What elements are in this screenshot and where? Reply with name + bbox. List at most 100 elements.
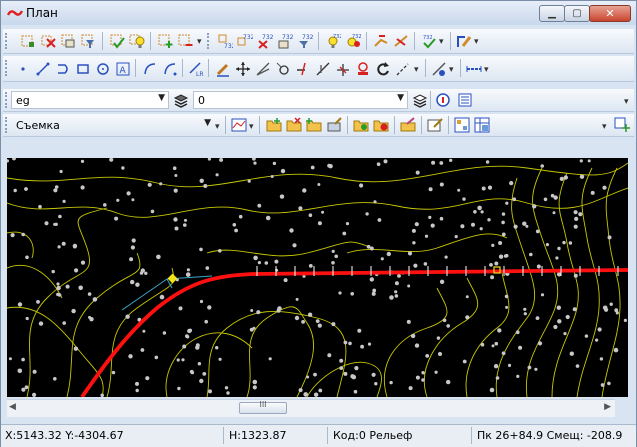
link-icon[interactable] — [275, 61, 291, 77]
layer-properties-icon[interactable] — [60, 33, 76, 49]
maximize-button[interactable]: ▢ — [564, 5, 590, 22]
trim-icon[interactable] — [295, 61, 311, 77]
toolbar-grip[interactable] — [5, 33, 10, 49]
folder-remove-icon[interactable] — [286, 117, 302, 133]
axis-732-icon[interactable]: 732 — [217, 33, 233, 49]
remove-layer-icon[interactable] — [177, 33, 193, 49]
rotate-icon[interactable] — [375, 61, 391, 77]
folder-paint-icon[interactable] — [400, 117, 416, 133]
segment-icon[interactable] — [35, 61, 51, 77]
bulb-icon[interactable] — [129, 33, 145, 49]
form-edit-icon[interactable] — [427, 117, 443, 133]
survey-point — [226, 391, 230, 395]
pattern-icon[interactable] — [431, 61, 447, 77]
survey-point — [61, 241, 66, 246]
draw-edit-icon[interactable] — [456, 33, 472, 49]
move-icon[interactable] — [235, 61, 251, 77]
pen-icon[interactable] — [215, 61, 231, 77]
line-type-combo[interactable]: 0 ▼ — [193, 91, 408, 109]
survey-point — [184, 218, 187, 222]
survey-point — [540, 293, 545, 297]
layer-combo[interactable]: eg ▼ — [11, 91, 169, 109]
text-icon[interactable]: A — [115, 61, 131, 77]
circle-icon[interactable] — [95, 61, 111, 77]
point-icon[interactable] — [15, 61, 31, 77]
axis-732-edit-icon[interactable]: 732 — [277, 33, 293, 49]
folder-delete-icon[interactable] — [373, 117, 389, 133]
dimension-icon[interactable] — [466, 61, 482, 77]
add-layer-icon[interactable] — [157, 33, 173, 49]
arc2-icon[interactable] — [162, 61, 178, 77]
survey-point — [535, 316, 540, 320]
axis-732-delete-icon[interactable]: 732 — [257, 33, 273, 49]
slash-icon[interactable] — [393, 33, 409, 49]
lr-line-icon[interactable]: LR — [188, 61, 204, 77]
table-icon[interactable] — [474, 117, 490, 133]
toolbar-overflow-icon[interactable]: ▾ — [439, 37, 444, 47]
toolbar-grip[interactable] — [5, 117, 10, 133]
spline-icon[interactable] — [395, 61, 411, 77]
toolbar-overflow-icon[interactable]: ▾ — [484, 65, 489, 75]
toolbar-overflow-icon[interactable]: ▾ — [449, 65, 454, 75]
survey-point — [135, 381, 139, 386]
survey-point — [308, 264, 313, 268]
cross-icon[interactable] — [335, 61, 351, 77]
survey-point — [413, 263, 418, 268]
polyline-icon[interactable] — [55, 61, 71, 77]
plan-drawing[interactable] — [7, 158, 628, 397]
survey-combo[interactable]: Съемка ▼ — [11, 116, 215, 134]
stamp-icon[interactable] — [355, 61, 371, 77]
axis-732-add-icon[interactable]: 732 — [237, 33, 253, 49]
folder-add-icon[interactable] — [266, 117, 282, 133]
check-layer-icon[interactable] — [109, 33, 125, 49]
toolbar-overflow-icon[interactable]: ▾ — [602, 122, 607, 132]
folder-open-icon[interactable] — [353, 117, 369, 133]
angle-icon[interactable] — [255, 61, 271, 77]
extend-icon[interactable] — [315, 61, 331, 77]
minimize-button[interactable]: ▁ — [539, 5, 565, 22]
arc-icon[interactable] — [142, 61, 158, 77]
grid-icon[interactable] — [454, 117, 470, 133]
survey-point — [505, 305, 509, 309]
toolbar-overflow-icon[interactable]: ▾ — [474, 37, 479, 47]
folder-star-icon[interactable] — [306, 117, 322, 133]
break-line-icon[interactable] — [373, 33, 389, 49]
properties-panel-icon[interactable] — [457, 92, 473, 108]
layers-edit-icon[interactable] — [20, 33, 36, 49]
plan-canvas[interactable] — [7, 158, 628, 397]
scrollbar-thumb[interactable]: III — [239, 400, 287, 414]
title-bar[interactable]: План ▁ ▢ ✕ — [1, 1, 636, 25]
axis-732-filter-icon[interactable]: 732 — [297, 33, 313, 49]
point-filter-icon[interactable]: 732 — [345, 33, 361, 49]
chevron-down-icon[interactable]: ▼ — [204, 118, 211, 128]
scroll-left-icon[interactable]: ◀ — [9, 402, 16, 412]
layers-stack-icon[interactable] — [173, 92, 189, 108]
survey-point — [449, 158, 453, 162]
info-icon[interactable] — [435, 92, 451, 108]
chevron-down-icon[interactable]: ▼ — [397, 93, 404, 103]
chevron-down-icon[interactable]: ▼ — [158, 93, 165, 103]
survey-point — [354, 366, 359, 371]
survey-point — [313, 392, 319, 397]
toolbar-grip[interactable] — [207, 33, 212, 49]
point-bulb-icon[interactable]: 732 — [325, 33, 341, 49]
layers-visible-icon[interactable] — [412, 92, 428, 108]
rectangle-icon[interactable] — [75, 61, 91, 77]
folder-edit-icon[interactable] — [326, 117, 342, 133]
add-point-icon[interactable] — [614, 117, 630, 133]
delete-layer-icon[interactable] — [40, 33, 56, 49]
close-button[interactable]: ✕ — [589, 5, 631, 22]
scroll-right-icon[interactable]: ▶ — [604, 402, 611, 412]
profile-icon[interactable] — [231, 117, 247, 133]
check-points-icon[interactable]: 732 — [421, 33, 437, 49]
toolbar-overflow-icon[interactable]: ▾ — [414, 65, 419, 75]
horizontal-scrollbar[interactable]: ◀ III ▶ — [7, 399, 615, 417]
toolbar-overflow-icon[interactable]: ▾ — [624, 97, 629, 107]
survey-point — [53, 377, 57, 381]
toolbar-grip[interactable] — [5, 60, 10, 76]
layer-filter-icon[interactable] — [80, 33, 96, 49]
toolbar-overflow-icon[interactable]: ▾ — [249, 122, 254, 132]
toolbar-overflow-icon[interactable]: ▾ — [197, 37, 202, 47]
toolbar-grip[interactable] — [5, 92, 10, 108]
toolbar-overflow-icon[interactable]: ▾ — [215, 122, 220, 132]
